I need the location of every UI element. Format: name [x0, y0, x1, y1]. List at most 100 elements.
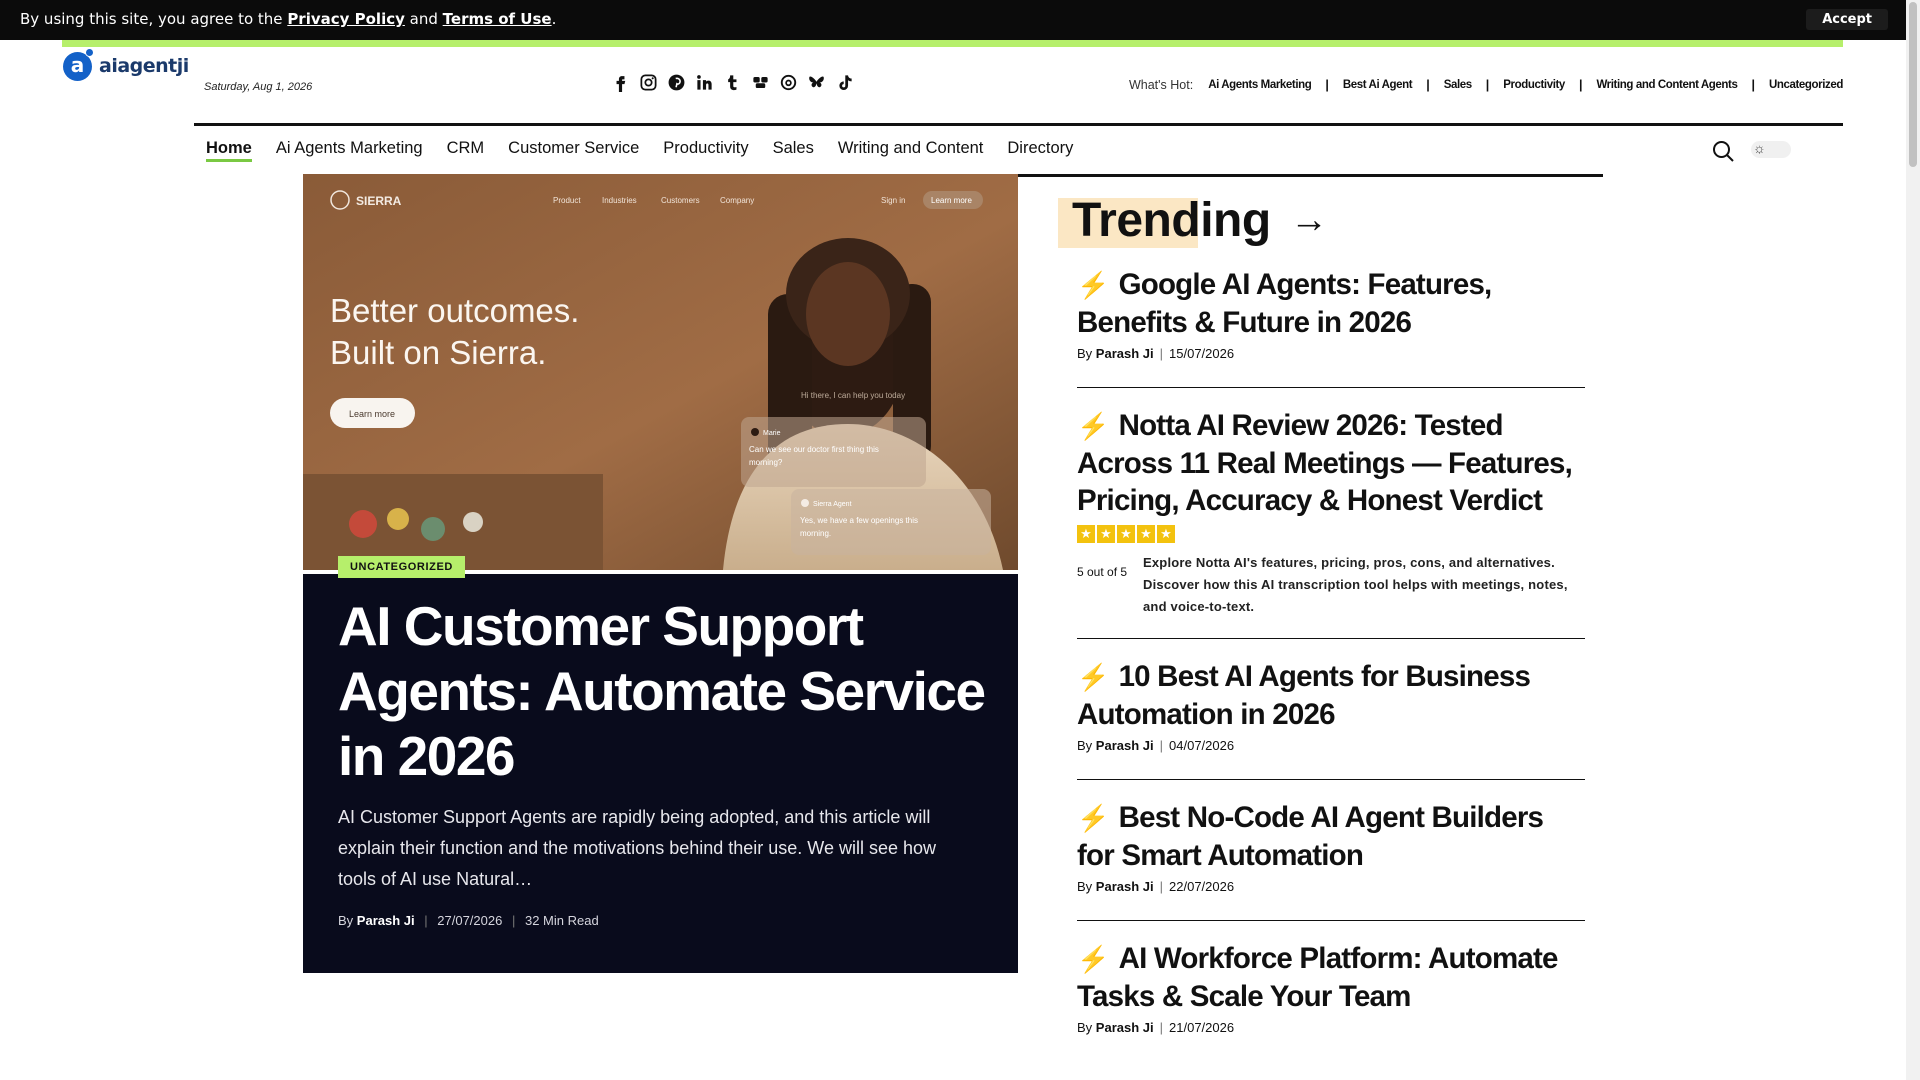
- trending-item-title[interactable]: ⚡ Best No-Code AI Agent Builders for Smar…: [1077, 799, 1585, 874]
- trending-separator: [1077, 638, 1585, 639]
- svg-text:Industries: Industries: [602, 196, 637, 205]
- trending-item: ⚡ 10 Best AI Agents for Business Automati…: [1077, 658, 1585, 753]
- trending-item: ⚡ Google AI Agents: Features, Benefits & …: [1077, 266, 1585, 361]
- meta-by: By: [338, 913, 354, 928]
- featured-date: 27/07/2026: [437, 913, 503, 928]
- trending-separator: [1077, 387, 1585, 388]
- featured-article-excerpt: AI Customer Support Agents are rapidly b…: [338, 807, 937, 889]
- author-link[interactable]: Parash Ji: [1096, 738, 1154, 753]
- bolt-icon: ⚡: [1077, 411, 1109, 441]
- nav-sales[interactable]: Sales: [773, 139, 814, 162]
- trending-item: ⚡ Best No-Code AI Agent Builders for Smar…: [1077, 799, 1585, 894]
- trending-item-title[interactable]: ⚡ Google AI Agents: Features, Benefits & …: [1077, 266, 1585, 341]
- svg-text:Company: Company: [720, 196, 754, 205]
- trending-item-title[interactable]: ⚡ 10 Best AI Agents for Business Automati…: [1077, 658, 1585, 733]
- sierra-headline-2: Built on Sierra.: [330, 334, 546, 371]
- svg-text:Can we see our doctor first th: Can we see our doctor first thing this: [749, 445, 879, 454]
- cookie-message: By using this site, you agree to the Pri…: [20, 10, 556, 28]
- trending-item-meta: By Parash Ji | 15/07/2026: [1077, 346, 1235, 361]
- nav-writing-and-content[interactable]: Writing and Content: [838, 139, 984, 162]
- featured-read-time: 32 Min Read: [524, 913, 599, 928]
- sun-icon: ☼: [1753, 140, 1766, 156]
- social-links: [610, 72, 854, 92]
- featured-article-image[interactable]: SIERRA Product Industries Customers Comp…: [303, 174, 1018, 570]
- butterfly-icon[interactable]: [806, 72, 826, 92]
- nav-ai-agents-marketing[interactable]: Ai Agents Marketing: [276, 139, 423, 162]
- star-icon: ★: [1137, 525, 1155, 543]
- hot-link-uncategorized[interactable]: Uncategorized: [1769, 79, 1843, 91]
- trending-item-title[interactable]: ⚡ Notta AI Review 2026: Tested Across 11 …: [1077, 407, 1585, 519]
- review-score: 5 out of 5: [1077, 565, 1128, 579]
- header-date: Saturday, Aug 1, 2026: [204, 81, 313, 93]
- svg-text:Learn more: Learn more: [349, 409, 395, 419]
- star-icon: ★: [1097, 525, 1115, 543]
- review-description: Explore Notta AI's features, pricing, pr…: [1143, 555, 1568, 614]
- hot-link-productivity[interactable]: Productivity: [1503, 79, 1565, 91]
- instagram-icon[interactable]: [638, 72, 658, 92]
- linkedin-icon[interactable]: [694, 72, 714, 92]
- featured-article-card: AI Customer Support Agents: Automate Ser…: [303, 574, 1018, 973]
- featured-article-meta: By Parash Ji | 27/07/2026 | 32 Min Read: [338, 913, 599, 928]
- main-navigation: Home Ai Agents Marketing CRM Customer Se…: [206, 139, 1073, 162]
- facebook-icon[interactable]: [610, 72, 630, 92]
- trending-item-title[interactable]: ⚡ AI Workforce Platform: Automate Tasks &…: [1077, 940, 1585, 1015]
- svg-text:Marie: Marie: [763, 430, 781, 437]
- featured-author-link[interactable]: Parash Ji: [357, 913, 415, 928]
- accept-cookies-button[interactable]: Accept: [1806, 9, 1888, 30]
- cookie-consent-bar: By using this site, you agree to the Pri…: [0, 0, 1910, 40]
- tiktok-icon[interactable]: [834, 72, 854, 92]
- featured-article-title[interactable]: AI Customer Support Agents: Automate Ser…: [338, 594, 998, 789]
- trending-separator: [1077, 779, 1585, 780]
- nav-home[interactable]: Home: [206, 139, 252, 162]
- trending-item-meta: By Parash Ji | 22/07/2026: [1077, 879, 1235, 894]
- author-link[interactable]: Parash Ji: [1096, 879, 1154, 894]
- sierra-brand: SIERRA: [356, 194, 402, 208]
- svg-text:morning.: morning.: [800, 529, 831, 538]
- pinterest-icon[interactable]: [666, 72, 686, 92]
- svg-text:Hi there, I can help you today: Hi there, I can help you today: [801, 391, 905, 400]
- header-divider: [194, 123, 1843, 126]
- cookie-text-after: .: [551, 10, 557, 28]
- star-icon: ★: [1077, 525, 1095, 543]
- scrollbar-thumb[interactable]: [1909, 2, 1917, 167]
- svg-text:Sign in: Sign in: [881, 196, 905, 205]
- svg-text:Customers: Customers: [661, 196, 700, 205]
- logo-text: aiagentji: [99, 55, 189, 77]
- svg-text:Learn more: Learn more: [931, 196, 972, 205]
- star-icon: ★: [1117, 525, 1135, 543]
- site-logo[interactable]: a aiagentji: [63, 47, 189, 81]
- trending-divider: [1018, 174, 1603, 177]
- privacy-policy-link[interactable]: Privacy Policy: [287, 10, 405, 28]
- hot-link-best-ai-agent[interactable]: Best Ai Agent: [1343, 79, 1413, 91]
- page-scrollbar[interactable]: [1906, 0, 1920, 1080]
- sierra-headline-1: Better outcomes.: [330, 292, 579, 329]
- svg-text:morning?: morning?: [749, 458, 783, 467]
- trending-item-meta: By Parash Ji | 21/07/2026: [1077, 1020, 1235, 1035]
- threads-icon[interactable]: [778, 72, 798, 92]
- arrow-right-icon[interactable]: →: [1290, 199, 1328, 242]
- accent-strip: [62, 40, 1843, 47]
- cookie-text-middle: and: [404, 10, 443, 28]
- nav-productivity[interactable]: Productivity: [663, 139, 748, 162]
- nav-crm[interactable]: CRM: [447, 139, 485, 162]
- svg-text:Sierra Agent: Sierra Agent: [813, 501, 852, 508]
- author-link[interactable]: Parash Ji: [1096, 346, 1154, 361]
- author-link[interactable]: Parash Ji: [1096, 1020, 1154, 1035]
- tumblr-icon[interactable]: [722, 72, 742, 92]
- nav-customer-service[interactable]: Customer Service: [508, 139, 639, 162]
- hot-link-ai-agents-marketing[interactable]: Ai Agents Marketing: [1208, 79, 1312, 91]
- category-badge[interactable]: UNCATEGORIZED: [338, 556, 465, 578]
- bolt-icon: ⚡: [1077, 270, 1109, 300]
- review-summary: 5 out of 5 Explore Notta AI's features, …: [1077, 552, 1585, 618]
- hot-link-sales[interactable]: Sales: [1444, 79, 1472, 91]
- bluesky-icon[interactable]: [750, 72, 770, 92]
- trending-heading[interactable]: Trending: [1072, 193, 1271, 248]
- dark-mode-toggle[interactable]: ☼: [1751, 140, 1791, 158]
- search-icon[interactable]: [1711, 139, 1735, 163]
- terms-of-use-link[interactable]: Terms of Use: [443, 10, 552, 28]
- star-rating: ★ ★ ★ ★ ★: [1077, 525, 1585, 543]
- hot-link-writing-content[interactable]: Writing and Content Agents: [1596, 79, 1737, 91]
- nav-directory[interactable]: Directory: [1007, 139, 1073, 162]
- bolt-icon: ⚡: [1077, 803, 1109, 833]
- trending-item: ⚡ AI Workforce Platform: Automate Tasks &…: [1077, 940, 1585, 1035]
